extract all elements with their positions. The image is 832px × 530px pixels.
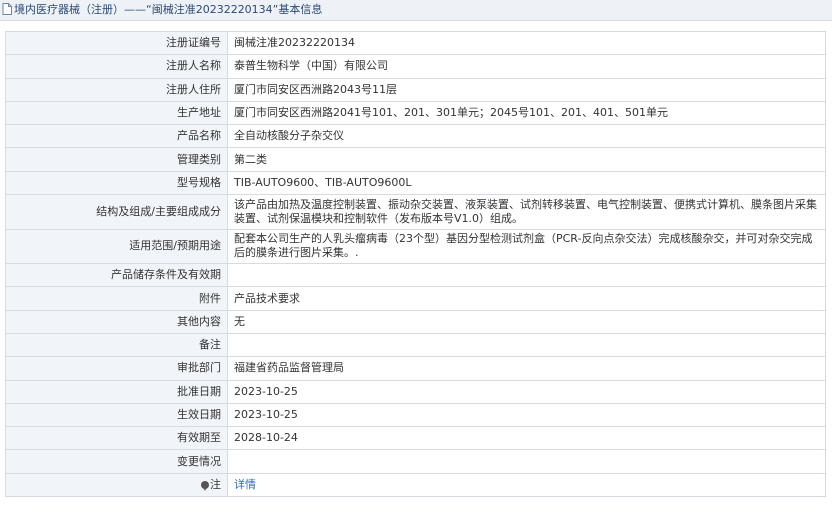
row-value: 2028-10-24 — [227, 426, 826, 451]
table-row: 生产地址 厦门市同安区西洲路2041号101、201、301单元；2045号101… — [5, 100, 826, 126]
row-value: 2023-10-25 — [227, 402, 826, 428]
row-label: 注册人住所 — [5, 77, 228, 102]
details-link[interactable]: 详情 — [234, 478, 256, 491]
row-value: 福建省药品监督管理局 — [227, 356, 826, 381]
row-label: 生效日期 — [5, 402, 228, 428]
row-label: 适用范围/预期用途 — [5, 228, 228, 265]
row-value: 第二类 — [227, 147, 826, 172]
row-label: 其他内容 — [5, 309, 228, 334]
row-label: 有效期至 — [5, 426, 228, 451]
row-value: 该产品由加热及温度控制装置、振动杂交装置、液泵装置、试剂转移装置、电气控制装置、… — [227, 194, 826, 230]
page-header: 境内医疗器械（注册）——“闽械注准20232220134”基本信息 — [0, 0, 832, 21]
table-row: 注册人住所 厦门市同安区西洲路2043号11层 — [5, 77, 826, 102]
row-value — [227, 263, 826, 288]
row-value: 泰普生物科学（中国）有限公司 — [227, 54, 826, 79]
row-value: 闽械注准20232220134 — [227, 30, 826, 56]
table-row: 适用范围/预期用途 配套本公司生产的人乳头瘤病毒（23个型）基因分型检测试剂盒（P… — [5, 228, 826, 265]
row-value: 厦门市同安区西洲路2041号101、201、301单元；2045号101、201… — [227, 100, 826, 126]
row-label: 产品储存条件及有效期 — [5, 263, 228, 288]
table-row: 型号规格 TIB-AUTO9600、TIB-AUTO9600L — [5, 170, 826, 196]
page-title: 境内医疗器械（注册）——“闽械注准20232220134”基本信息 — [14, 3, 323, 16]
row-value: 厦门市同安区西洲路2043号11层 — [227, 77, 826, 102]
row-label: 附件 — [5, 286, 228, 311]
table-row: 批准日期 2023-10-25 — [5, 379, 826, 404]
row-value: 2023-10-25 — [227, 379, 826, 404]
table-row: 产品储存条件及有效期 — [5, 263, 826, 288]
row-label: 注册证编号 — [5, 30, 228, 56]
pin-icon — [201, 480, 209, 491]
row-label: 产品名称 — [5, 124, 228, 149]
row-value: 全自动核酸分子杂交仪 — [227, 124, 826, 149]
table-row: 结构及组成/主要组成成分 该产品由加热及温度控制装置、振动杂交装置、液泵装置、试剂… — [5, 194, 826, 230]
table-row: 备注 — [5, 332, 826, 358]
note-row: 注 详情 — [5, 472, 826, 498]
table-row: 生效日期 2023-10-25 — [5, 402, 826, 428]
note-value-cell: 详情 — [227, 472, 826, 498]
row-label: 变更情况 — [5, 449, 228, 474]
row-label: 结构及组成/主要组成成分 — [5, 194, 228, 230]
document-icon — [2, 2, 12, 22]
note-label: 注 — [210, 477, 221, 491]
table-row: 审批部门 福建省药品监督管理局 — [5, 356, 826, 381]
row-label: 备注 — [5, 332, 228, 358]
table-row: 其他内容无 — [5, 309, 826, 334]
note-label-cell: 注 — [5, 472, 228, 498]
row-value: TIB-AUTO9600、TIB-AUTO9600L — [227, 170, 826, 196]
row-value: 无 — [227, 309, 826, 334]
row-value — [227, 332, 826, 358]
table-row: 产品名称 全自动核酸分子杂交仪 — [5, 124, 826, 149]
table-row: 附件 产品技术要求 — [5, 286, 826, 311]
table-row: 注册证编号 闽械注准20232220134 — [5, 30, 826, 56]
row-label: 审批部门 — [5, 356, 228, 381]
row-label: 管理类别 — [5, 147, 228, 172]
table-row: 注册人名称 泰普生物科学（中国）有限公司 — [5, 54, 826, 79]
row-value: 产品技术要求 — [227, 286, 826, 311]
table-row: 变更情况 — [5, 449, 826, 474]
table-row: 管理类别 第二类 — [5, 147, 826, 172]
row-value — [227, 449, 826, 474]
table-row: 有效期至 2028-10-24 — [5, 426, 826, 451]
row-label: 生产地址 — [5, 100, 228, 126]
row-value: 配套本公司生产的人乳头瘤病毒（23个型）基因分型检测试剂盒（PCR-反向点杂交法… — [227, 228, 826, 265]
info-table: 注册证编号 闽械注准20232220134 注册人名称 泰普生物科学（中国）有限公司… — [5, 30, 826, 498]
row-label: 型号规格 — [5, 170, 228, 196]
row-label: 批准日期 — [5, 379, 228, 404]
row-label: 注册人名称 — [5, 54, 228, 79]
